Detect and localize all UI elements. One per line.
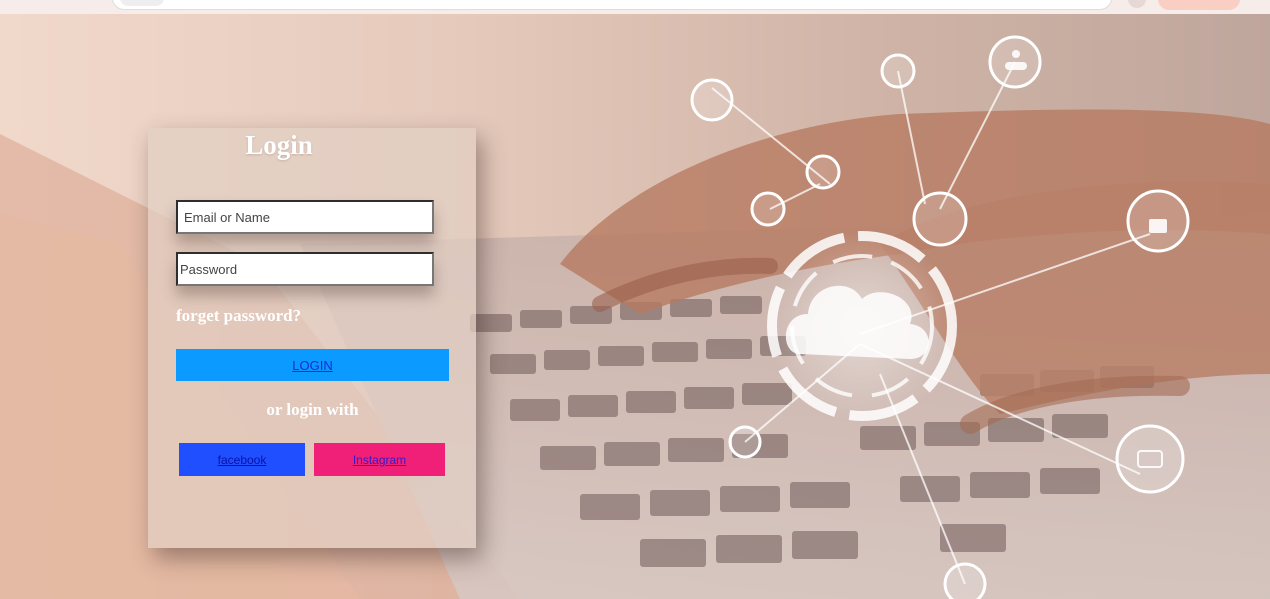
instagram-link[interactable]: Instagram bbox=[353, 453, 406, 467]
login-card: Login forget password? LOGIN or login wi… bbox=[148, 128, 476, 548]
profile-button[interactable] bbox=[1158, 0, 1240, 10]
forget-password-link[interactable]: forget password? bbox=[176, 306, 301, 326]
login-title: Login bbox=[245, 130, 313, 160]
or-login-with-text: or login with bbox=[266, 400, 359, 419]
email-field[interactable] bbox=[176, 200, 434, 234]
facebook-link[interactable]: facebook bbox=[218, 453, 267, 467]
browser-chrome bbox=[0, 0, 1270, 14]
login-button[interactable]: LOGIN bbox=[176, 349, 449, 381]
site-info-icon[interactable] bbox=[120, 0, 164, 6]
instagram-button[interactable]: Instagram bbox=[314, 443, 445, 476]
login-button-label[interactable]: LOGIN bbox=[292, 358, 332, 373]
facebook-button[interactable]: facebook bbox=[179, 443, 305, 476]
password-field[interactable] bbox=[176, 252, 434, 286]
address-bar[interactable] bbox=[112, 0, 1112, 10]
extension-icon[interactable] bbox=[1128, 0, 1146, 8]
